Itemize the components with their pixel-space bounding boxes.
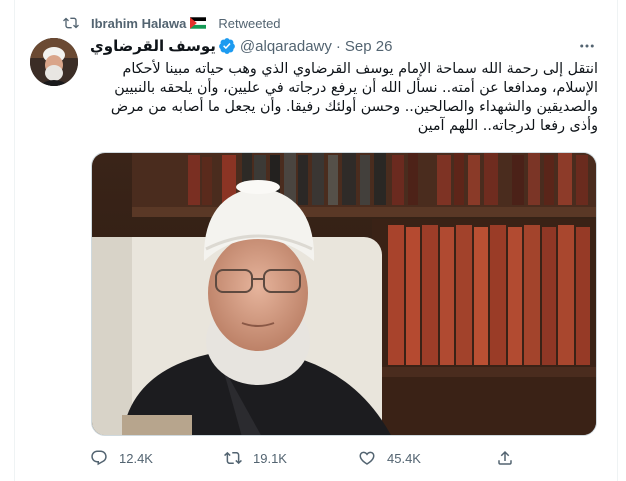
author-handle[interactable]: @alqaradawy [240, 38, 332, 55]
tweet-date[interactable]: Sep 26 [345, 38, 393, 55]
avatar[interactable] [30, 38, 78, 86]
retweet-button[interactable]: 19.1K [224, 449, 287, 467]
like-icon [359, 451, 375, 465]
tweet-photo[interactable] [91, 152, 597, 436]
retweeted-label: Retweeted [218, 15, 281, 31]
separator-dot: · [335, 37, 341, 55]
more-options-button[interactable] [574, 36, 600, 56]
retweet-icon [63, 17, 79, 29]
reply-icon [91, 450, 107, 466]
retweet-count: 19.1K [253, 450, 287, 466]
tweet-text: انتقل إلى رحمة الله سماحة الإمام يوسف ال… [110, 61, 598, 134]
share-icon [498, 450, 512, 465]
reply-count: 12.4K [119, 450, 153, 466]
tweet-actions: 12.4K 19.1K 45.4K [90, 446, 520, 470]
retweeter-name[interactable]: Ibrahim Halawa [91, 16, 186, 31]
like-button[interactable]: 45.4K [358, 449, 421, 467]
author-display-name[interactable]: يوسف القرضاوي [90, 37, 216, 55]
tweet-header: يوسف القرضاوي @alqaradawy · Sep 26 [90, 36, 605, 56]
share-button[interactable] [496, 449, 525, 467]
more-icon [580, 44, 594, 48]
verified-icon [219, 38, 235, 54]
like-count: 45.4K [387, 450, 421, 466]
reply-button[interactable]: 12.4K [90, 449, 153, 467]
retweet-icon [224, 451, 242, 465]
retweet-context: Ibrahim Halawa Retweeted [63, 14, 281, 32]
palestine-flag-icon [190, 17, 207, 29]
